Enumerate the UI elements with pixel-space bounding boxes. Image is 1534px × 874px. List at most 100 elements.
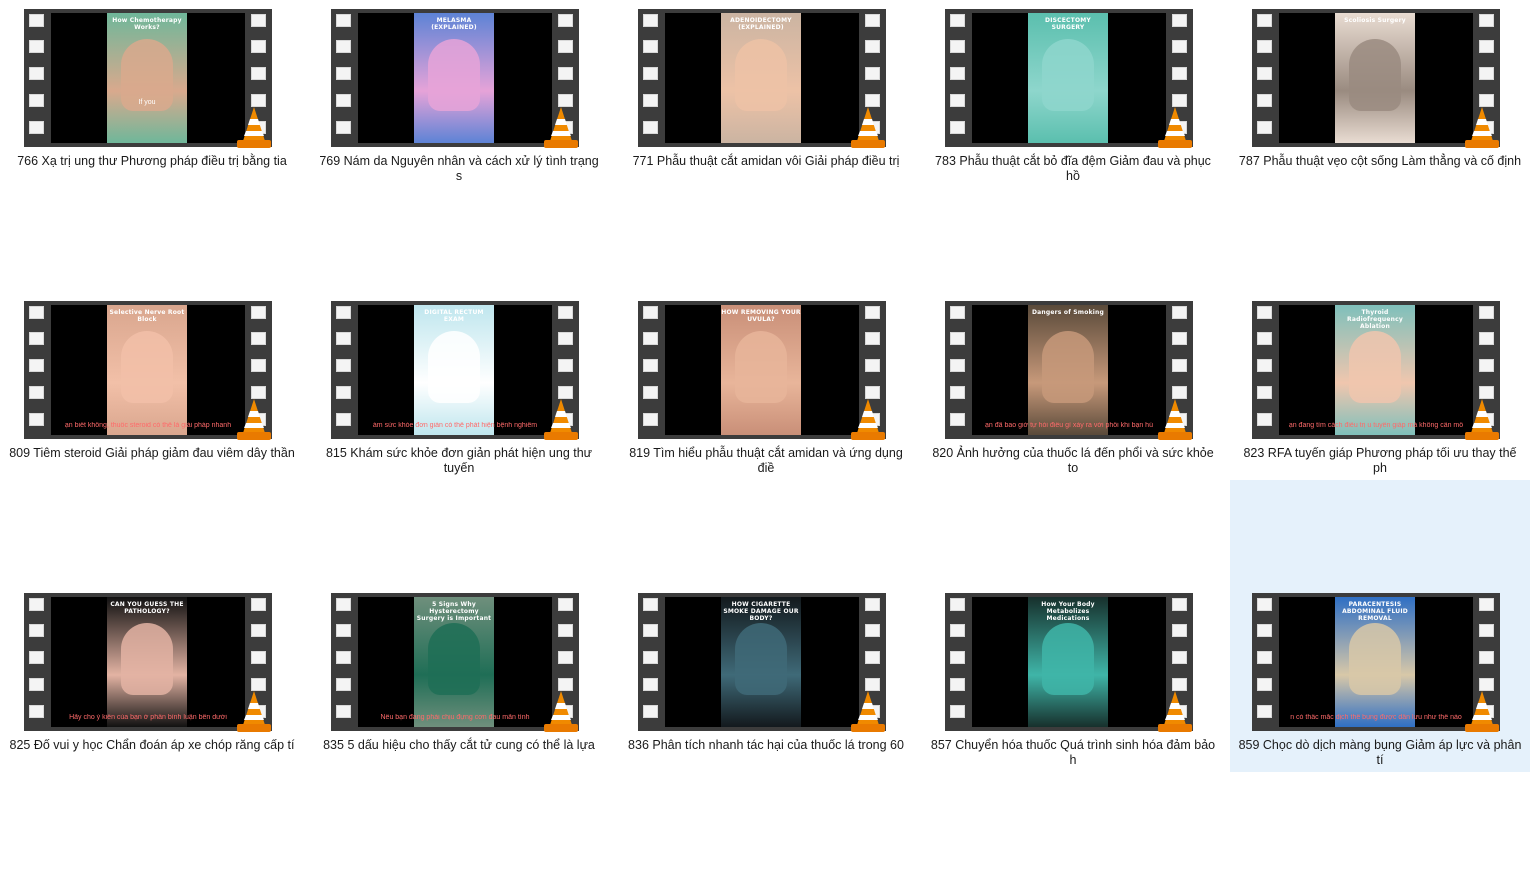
film-hole: [865, 14, 880, 27]
film-strip-icon: [1252, 301, 1278, 439]
film-hole: [29, 359, 44, 372]
video-poster: Selective Nerve Root Block: [107, 305, 187, 435]
video-thumbnail: DISCECTOMY SURGERY: [945, 9, 1193, 148]
film-hole: [251, 40, 266, 53]
film-hole: [865, 67, 880, 80]
poster-figure: [735, 623, 787, 695]
file-name-label: 857 Chuyển hóa thuốc Quá trình sinh hóa …: [930, 738, 1216, 767]
file-name-label: 815 Khám sức khỏe đơn giản phát hiện ung…: [325, 446, 593, 475]
file-name-label: 819 Tìm hiểu phẫu thuật cắt amidan và ứn…: [629, 446, 903, 475]
poster-title: Dangers of Smoking: [1031, 309, 1104, 316]
film-hole: [29, 651, 44, 664]
poster-title: MELASMA (EXPLAINED): [431, 17, 477, 31]
video-frame: Dangers of Smoking ạn đã bao giờ tự hỏi đ…: [972, 305, 1166, 435]
file-item-859[interactable]: PARACENTESIS ABDOMINAL FLUID REMOVAL n có…: [1230, 480, 1530, 772]
video-thumbnail: Selective Nerve Root Block ạn biết không,…: [24, 301, 272, 440]
vlc-cone-icon: [851, 107, 885, 148]
video-frame: ADENOIDECTOMY (EXPLAINED): [665, 13, 859, 143]
video-poster: DIGITAL RECTUM EXAM: [414, 305, 494, 435]
file-item-835[interactable]: 5 Signs Why Hysterectomy Surgery is Impo…: [309, 584, 609, 874]
poster-title: DISCECTOMY SURGERY: [1045, 17, 1091, 31]
file-name-label: 769 Nám da Nguyên nhân và cách xử lý tìn…: [319, 154, 599, 183]
file-name-label: 825 Đố vui y học Chẩn đoán áp xe chóp ră…: [9, 738, 295, 752]
film-hole: [950, 40, 965, 53]
video-thumbnail: Scoliosis Surgery: [1252, 9, 1500, 148]
file-name-label: 820 Ảnh hưởng của thuốc lá đến phổi và s…: [932, 446, 1214, 475]
file-item-815[interactable]: DIGITAL RECTUM EXAM ám sức khỏe đơn giản …: [309, 292, 609, 582]
film-hole: [29, 624, 44, 637]
video-thumbnail: How Your Body Metabolizes Medications: [945, 593, 1193, 732]
film-hole: [643, 413, 658, 426]
file-item-783[interactable]: DISCECTOMY SURGERY 783 Phẫu thuật cắt bỏ …: [923, 0, 1223, 290]
file-item-809[interactable]: Selective Nerve Root Block ạn biết không,…: [2, 292, 302, 582]
film-hole: [950, 359, 965, 372]
file-item-771[interactable]: ADENOIDECTOMY (EXPLAINED) 771 Phẫu thuật …: [616, 0, 916, 290]
file-item-825[interactable]: CAN YOU GUESS THE PATHOLOGY? Hãy cho ý ki…: [2, 584, 302, 874]
film-hole: [29, 306, 44, 319]
film-hole: [336, 598, 351, 611]
file-item-769[interactable]: MELASMA (EXPLAINED) 769 Nám da Nguyên nhâ…: [309, 0, 609, 290]
video-poster: ADENOIDECTOMY (EXPLAINED): [721, 13, 801, 143]
poster-figure: [428, 39, 480, 111]
file-item-766[interactable]: How Chemotherapy Works? If you 766 Xạ trị …: [2, 0, 302, 290]
file-name-label: 809 Tiêm steroid Giải pháp giảm đau viêm…: [9, 446, 295, 460]
film-hole: [1257, 14, 1272, 27]
film-hole: [643, 598, 658, 611]
film-hole: [251, 332, 266, 345]
film-hole: [950, 386, 965, 399]
film-hole: [643, 386, 658, 399]
vlc-cone-icon: [237, 399, 271, 440]
video-frame: How Chemotherapy Works? If you: [51, 13, 245, 143]
poster-figure: [1042, 331, 1094, 403]
film-hole: [29, 598, 44, 611]
poster-figure: [428, 331, 480, 403]
video-poster: DISCECTOMY SURGERY: [1028, 13, 1108, 143]
film-hole: [1257, 651, 1272, 664]
film-hole: [643, 40, 658, 53]
film-hole: [558, 40, 573, 53]
vlc-cone-icon: [1465, 691, 1499, 732]
file-item-820[interactable]: Dangers of Smoking ạn đã bao giờ tự hỏi đ…: [923, 292, 1223, 582]
film-hole: [251, 306, 266, 319]
film-hole: [865, 624, 880, 637]
poster-title: Scoliosis Surgery: [1344, 17, 1406, 24]
file-item-836[interactable]: HOW CIGARETTE SMOKE DAMAGE OUR BODY? 836 …: [616, 584, 916, 874]
file-name-label: 787 Phẫu thuật vẹo cột sống Làm thẳng và…: [1238, 154, 1522, 168]
film-strip-icon: [945, 9, 971, 147]
film-hole: [29, 94, 44, 107]
film-hole: [865, 359, 880, 372]
film-hole: [558, 651, 573, 664]
poster-title: Thyroid Radiofrequency Ablation: [1347, 309, 1403, 330]
vlc-cone-icon: [1158, 691, 1192, 732]
film-hole: [1172, 651, 1187, 664]
video-poster: PARACENTESIS ABDOMINAL FLUID REMOVAL: [1335, 597, 1415, 727]
file-item-857[interactable]: How Your Body Metabolizes Medications 857…: [923, 584, 1223, 874]
file-item-819[interactable]: HOW REMOVING YOUR UVULA? 819 Tìm hiểu phẫ…: [616, 292, 916, 582]
file-item-787[interactable]: Scoliosis Surgery 787 Phẫu thuật vẹo cột …: [1230, 0, 1530, 290]
film-hole: [643, 624, 658, 637]
video-frame: HOW REMOVING YOUR UVULA?: [665, 305, 859, 435]
film-hole: [950, 413, 965, 426]
file-name-label: 783 Phẫu thuật cắt bỏ đĩa đệm Giảm đau v…: [935, 154, 1211, 183]
vlc-cone-icon: [544, 691, 578, 732]
film-hole: [643, 651, 658, 664]
film-hole: [643, 332, 658, 345]
film-hole: [1257, 121, 1272, 134]
video-poster: Dangers of Smoking: [1028, 305, 1108, 435]
film-hole: [251, 624, 266, 637]
video-subtitle: Hãy cho ý kiến của bạn ở phần bình luận …: [69, 714, 227, 721]
film-hole: [29, 14, 44, 27]
film-hole: [336, 14, 351, 27]
film-hole: [1479, 624, 1494, 637]
vlc-cone-icon: [237, 691, 271, 732]
film-hole: [643, 306, 658, 319]
video-poster: CAN YOU GUESS THE PATHOLOGY?: [107, 597, 187, 727]
film-hole: [643, 14, 658, 27]
film-hole: [1172, 332, 1187, 345]
film-strip-icon: [945, 593, 971, 731]
film-hole: [251, 359, 266, 372]
film-hole: [1479, 359, 1494, 372]
video-poster: Thyroid Radiofrequency Ablation: [1335, 305, 1415, 435]
film-hole: [1479, 598, 1494, 611]
film-hole: [643, 678, 658, 691]
